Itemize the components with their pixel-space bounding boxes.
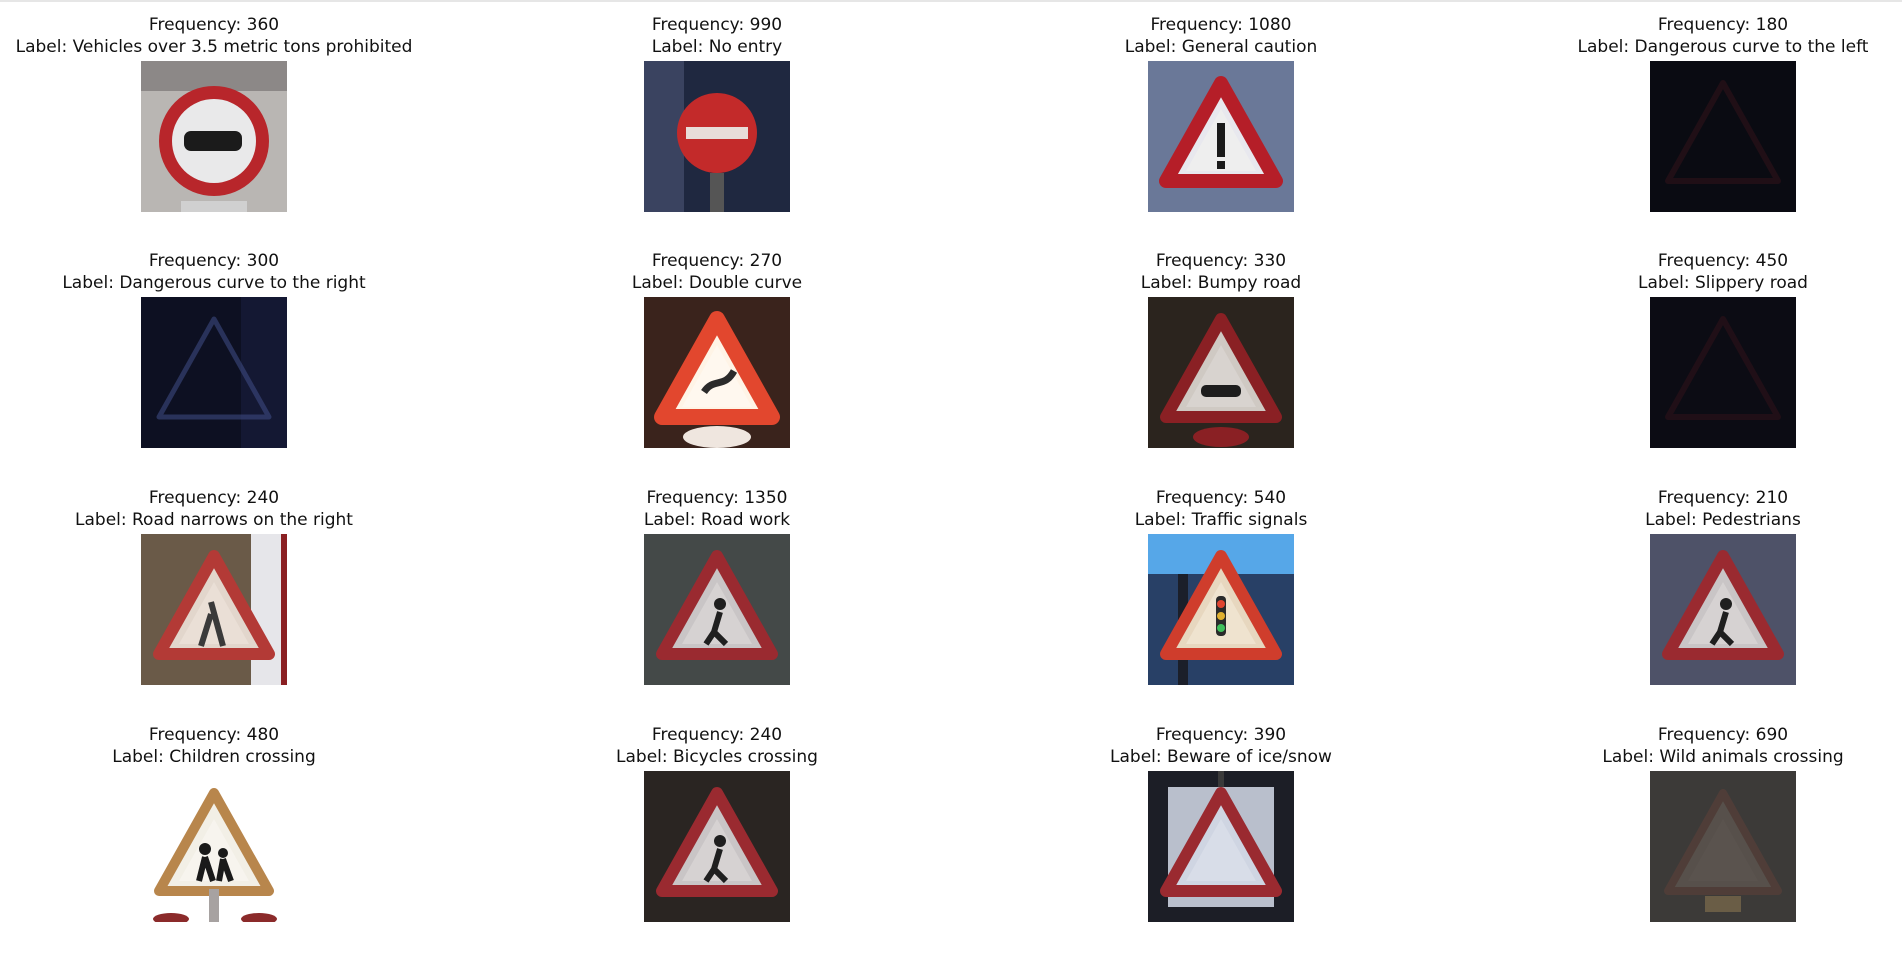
double-curve-sign-icon [644,297,790,448]
general-caution-sign-icon [1148,61,1294,212]
label-text: Label: No entry [651,37,783,57]
label-text: Label: Bicycles crossing [616,747,818,767]
label-text: Label: Children crossing [112,747,316,767]
wild-animals-sign-icon [1650,771,1796,922]
panel-caption: Frequency: 360 Label: Vehicles over 3.5 … [0,14,449,58]
frequency-text: Frequency: 300 [148,251,280,271]
panel-caption: Frequency: 330 Label: Bumpy road [986,250,1456,294]
frequency-text: Frequency: 270 [651,251,783,271]
frequency-text: Frequency: 450 [1657,251,1789,271]
sign-panel: Frequency: 270 Label: Double curve [482,236,952,466]
no-trucks-sign-icon [141,61,287,212]
sign-panel: Frequency: 540 Label: Traffic signals [986,473,1456,703]
sign-panel: Frequency: 390 Label: Beware of ice/snow [986,710,1456,940]
sign-panel: Frequency: 480 Label: Children crossing [0,710,449,940]
sign-image-grid: Frequency: 360 Label: Vehicles over 3.5 … [0,0,1902,956]
panel-caption: Frequency: 990 Label: No entry [482,14,952,58]
panel-caption: Frequency: 390 Label: Beware of ice/snow [986,724,1456,768]
panel-caption: Frequency: 210 Label: Pedestrians [1488,487,1902,531]
panel-caption: Frequency: 300 Label: Dangerous curve to… [0,250,449,294]
frequency-text: Frequency: 360 [148,15,280,35]
label-text: Label: Traffic signals [1134,510,1308,530]
sign-panel: Frequency: 360 Label: Vehicles over 3.5 … [0,0,449,230]
panel-caption: Frequency: 450 Label: Slippery road [1488,250,1902,294]
road-work-sign-icon [644,534,790,685]
frequency-text: Frequency: 180 [1657,15,1789,35]
bumpy-road-sign-icon [1148,297,1294,448]
children-crossing-sign-icon [141,771,287,922]
panel-caption: Frequency: 1080 Label: General caution [986,14,1456,58]
bicycles-crossing-sign-icon [644,771,790,922]
label-text: Label: Pedestrians [1645,510,1801,530]
label-text: Label: Wild animals crossing [1602,747,1844,767]
panel-caption: Frequency: 480 Label: Children crossing [0,724,449,768]
label-text: Label: Beware of ice/snow [1110,747,1332,767]
label-text: Label: Bumpy road [1140,273,1302,293]
frequency-text: Frequency: 240 [651,725,783,745]
label-text: Label: Dangerous curve to the right [62,273,366,293]
slippery-road-sign-icon [1650,297,1796,448]
no-entry-sign-icon [644,61,790,212]
label-text: Label: Dangerous curve to the left [1577,37,1869,57]
frequency-text: Frequency: 240 [148,488,280,508]
panel-caption: Frequency: 270 Label: Double curve [482,250,952,294]
frequency-text: Frequency: 1080 [1150,15,1292,35]
frequency-text: Frequency: 210 [1657,488,1789,508]
curve-right-sign-icon [141,297,287,448]
panel-caption: Frequency: 180 Label: Dangerous curve to… [1488,14,1902,58]
sign-panel: Frequency: 1080 Label: General caution [986,0,1456,230]
ice-snow-sign-icon [1148,771,1294,922]
sign-panel: Frequency: 180 Label: Dangerous curve to… [1488,0,1902,230]
frequency-text: Frequency: 480 [148,725,280,745]
frequency-text: Frequency: 690 [1657,725,1789,745]
sign-panel: Frequency: 240 Label: Road narrows on th… [0,473,449,703]
road-narrows-sign-icon [141,534,287,685]
pedestrians-sign-icon [1650,534,1796,685]
panel-caption: Frequency: 1350 Label: Road work [482,487,952,531]
sign-panel: Frequency: 300 Label: Dangerous curve to… [0,236,449,466]
panel-caption: Frequency: 690 Label: Wild animals cross… [1488,724,1902,768]
label-text: Label: General caution [1124,37,1318,57]
sign-panel: Frequency: 240 Label: Bicycles crossing [482,710,952,940]
sign-panel: Frequency: 330 Label: Bumpy road [986,236,1456,466]
frequency-text: Frequency: 540 [1155,488,1287,508]
panel-caption: Frequency: 240 Label: Bicycles crossing [482,724,952,768]
label-text: Label: Vehicles over 3.5 metric tons pro… [15,37,413,57]
curve-left-sign-icon [1650,61,1796,212]
label-text: Label: Double curve [631,273,803,293]
frequency-text: Frequency: 1350 [646,488,788,508]
frequency-text: Frequency: 990 [651,15,783,35]
sign-panel: Frequency: 1350 Label: Road work [482,473,952,703]
label-text: Label: Slippery road [1638,273,1808,293]
frequency-text: Frequency: 330 [1155,251,1287,271]
sign-panel: Frequency: 450 Label: Slippery road [1488,236,1902,466]
label-text: Label: Road narrows on the right [75,510,353,530]
frequency-text: Frequency: 390 [1155,725,1287,745]
panel-caption: Frequency: 540 Label: Traffic signals [986,487,1456,531]
sign-panel: Frequency: 690 Label: Wild animals cross… [1488,710,1902,940]
sign-panel: Frequency: 990 Label: No entry [482,0,952,230]
sign-panel: Frequency: 210 Label: Pedestrians [1488,473,1902,703]
label-text: Label: Road work [643,510,791,530]
traffic-signals-sign-icon [1148,534,1294,685]
panel-caption: Frequency: 240 Label: Road narrows on th… [0,487,449,531]
